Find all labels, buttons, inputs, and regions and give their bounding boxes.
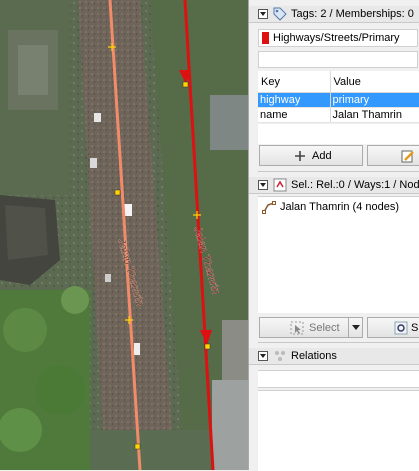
search-button[interactable]: S	[367, 317, 419, 338]
preset-text: Highways/Streets/Primary	[273, 32, 400, 44]
tag-value[interactable]: primary	[330, 92, 419, 108]
tag-row[interactable]: name Jalan Thamrin	[258, 107, 419, 123]
preset-label[interactable]: Highways/Streets/Primary	[258, 29, 418, 47]
relations-panel-header[interactable]: Relations	[249, 348, 419, 365]
edit-tag-button[interactable]	[367, 145, 419, 166]
list-item-label: Jalan Thamrin (4 nodes)	[280, 201, 400, 213]
collapse-toggle-icon[interactable]	[258, 180, 268, 190]
tags-panel-title: Tags: 2 / Memberships: 0	[291, 8, 414, 20]
panel-divider	[258, 342, 419, 343]
key-column-header[interactable]: Key	[258, 71, 331, 93]
edit-icon	[401, 150, 414, 163]
map-view[interactable]: Jalan Thamrin Jalan Thamrin	[0, 0, 248, 470]
tag-icon	[273, 7, 287, 21]
select-dropdown-arrow[interactable]	[348, 318, 362, 337]
collapse-toggle-icon[interactable]	[258, 351, 268, 361]
select-cursor-icon	[290, 321, 304, 335]
search-icon	[394, 321, 408, 335]
selection-list: Jalan Thamrin (4 nodes)	[258, 196, 419, 313]
selection-icon	[273, 178, 287, 192]
tag-key[interactable]: highway	[258, 92, 331, 108]
add-tag-button[interactable]: Add	[259, 145, 363, 166]
aerial-imagery: Jalan Thamrin Jalan Thamrin	[0, 0, 248, 470]
plus-icon	[295, 151, 305, 161]
way-icon	[262, 201, 276, 214]
tag-row[interactable]: highway primary	[258, 92, 419, 108]
tags-panel-header[interactable]: Tags: 2 / Memberships: 0	[249, 6, 419, 23]
value-column-header[interactable]: Value	[330, 71, 419, 93]
tags-table: Key Value highway primary name Jalan Tha…	[258, 71, 419, 123]
tags-table-empty-area	[258, 124, 419, 144]
collapse-toggle-icon[interactable]	[258, 9, 268, 19]
relations-list-top	[258, 370, 419, 388]
select-button[interactable]: Select	[259, 317, 363, 338]
side-panel: Tags: 2 / Memberships: 0 Highways/Street…	[248, 0, 419, 471]
chevron-down-icon	[352, 325, 360, 330]
relation-icon	[275, 351, 285, 361]
relations-list	[258, 390, 419, 471]
selection-panel-header[interactable]: Sel.: Rel.:0 / Ways:1 / Nodes:4	[249, 177, 419, 194]
primary-road-icon	[262, 32, 269, 44]
relations-panel-title: Relations	[291, 350, 337, 362]
tag-key[interactable]: name	[258, 107, 331, 123]
tag-value[interactable]: Jalan Thamrin	[330, 107, 419, 123]
selection-panel-title: Sel.: Rel.:0 / Ways:1 / Nodes:4	[291, 179, 419, 191]
preset-spacer	[258, 51, 418, 68]
panel-divider	[258, 171, 419, 172]
